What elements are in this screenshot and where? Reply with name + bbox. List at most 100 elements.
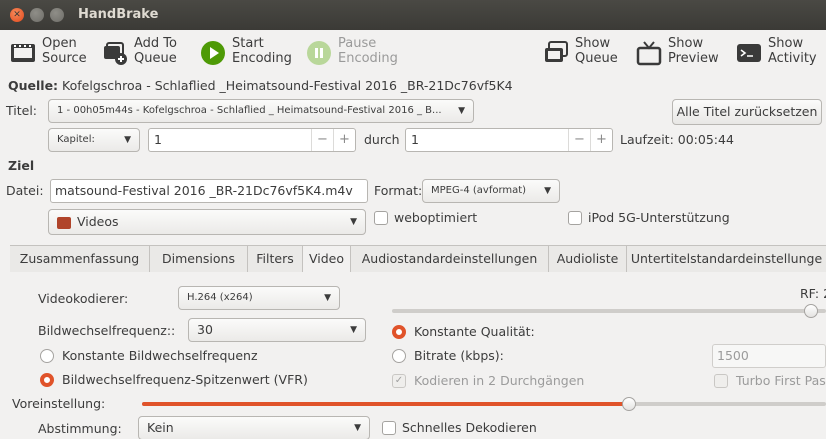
turbo-first-pass-label: Turbo First Pas bbox=[736, 373, 826, 388]
tv-icon bbox=[636, 41, 662, 66]
source-label: Quelle: bbox=[8, 78, 59, 93]
window-title: HandBrake bbox=[78, 7, 159, 22]
format-label: Format: bbox=[374, 183, 423, 198]
increment-button[interactable]: + bbox=[333, 129, 355, 151]
start-encoding-button[interactable]: Start Encoding bbox=[200, 36, 292, 74]
preset-label: Voreinstellung: bbox=[12, 396, 106, 411]
title-select-value: 1 - 00h05m44s - Kofelgschroa - Schlaflie… bbox=[57, 105, 442, 116]
chevron-down-icon: ▼ bbox=[544, 186, 551, 196]
quality-slider-track[interactable] bbox=[392, 309, 826, 313]
framerate-select[interactable]: 30 ▼ bbox=[188, 318, 366, 342]
chevron-down-icon: ▼ bbox=[354, 423, 361, 433]
peak-framerate-label: Bildwechselfrequenz-Spitzenwert (VFR) bbox=[62, 372, 308, 387]
maximize-window-button[interactable] bbox=[50, 8, 64, 22]
bitrate-label: Bitrate (kbps): bbox=[414, 348, 504, 363]
destination-folder-select[interactable]: Videos ▼ bbox=[48, 209, 366, 235]
turbo-first-pass-checkbox[interactable] bbox=[714, 374, 728, 388]
chapter-start-stepper[interactable]: 1 − + bbox=[148, 128, 356, 152]
constant-framerate-label: Konstante Bildwechselfrequenz bbox=[62, 348, 258, 363]
chevron-down-icon: ▼ bbox=[124, 135, 131, 145]
close-window-button[interactable]: ✕ bbox=[10, 8, 24, 22]
framerate-select-value: 30 bbox=[197, 322, 213, 337]
source-row: Quelle: Kofelgschroa - Schlaflied _Heima… bbox=[8, 78, 513, 93]
tune-select[interactable]: Kein ▼ bbox=[138, 416, 370, 439]
tab-filters[interactable]: Filters bbox=[248, 246, 303, 272]
decrement-button[interactable]: − bbox=[311, 129, 333, 151]
open-source-button[interactable]: Open Source bbox=[10, 36, 87, 74]
folder-icon bbox=[57, 216, 71, 229]
add-queue-icon bbox=[104, 42, 127, 65]
add-to-queue-button[interactable]: Add To Queue bbox=[102, 36, 177, 74]
chevron-down-icon: ▼ bbox=[458, 106, 465, 116]
fast-decode-checkbox[interactable] bbox=[382, 421, 396, 435]
add-to-queue-label: Add To Queue bbox=[134, 36, 177, 66]
settings-tabs: Zusammenfassung Dimensions Filters Video… bbox=[10, 245, 826, 272]
chapter-end-stepper[interactable]: 1 − + bbox=[405, 128, 613, 152]
chevron-down-icon: ▼ bbox=[350, 325, 357, 335]
minimize-window-button[interactable] bbox=[30, 8, 44, 22]
two-pass-checkbox[interactable]: ✓ bbox=[392, 374, 406, 388]
encoder-label: Videokodierer: bbox=[38, 291, 129, 306]
show-queue-button[interactable]: Show Queue bbox=[543, 36, 618, 74]
file-name-input[interactable]: matsound-Festival 2016 _BR-21Dc76vf5K4.m… bbox=[50, 179, 368, 203]
pause-icon bbox=[307, 41, 331, 65]
format-select[interactable]: MPEG-4 (avformat) ▼ bbox=[422, 179, 560, 203]
source-value: Kofelgschroa - Schlaflied _Heimatsound-F… bbox=[62, 78, 513, 93]
rf-label: RF: 20 bbox=[800, 286, 826, 301]
title-label: Titel: bbox=[6, 103, 37, 118]
decrement-button[interactable]: − bbox=[568, 129, 590, 151]
web-optimized-checkbox[interactable] bbox=[374, 211, 388, 225]
window-titlebar: ✕ HandBrake bbox=[0, 0, 826, 30]
title-select[interactable]: 1 - 00h05m44s - Kofelgschroa - Schlaflie… bbox=[48, 99, 474, 123]
constant-framerate-radio[interactable] bbox=[40, 349, 54, 363]
chapter-end-value: 1 bbox=[411, 132, 419, 147]
tune-label: Abstimmung: bbox=[38, 421, 122, 436]
show-activity-label: Show Activity bbox=[768, 36, 817, 66]
tab-video[interactable]: Video bbox=[303, 246, 351, 272]
destination-heading: Ziel bbox=[8, 158, 35, 173]
bitrate-input[interactable]: 1500 bbox=[712, 344, 826, 368]
pause-encoding-label: Pause Encoding bbox=[338, 36, 398, 66]
web-optimized-label: weboptimiert bbox=[394, 210, 478, 225]
chevron-down-icon: ▼ bbox=[324, 293, 331, 303]
ipod-support-checkbox[interactable] bbox=[568, 211, 582, 225]
tab-audio-list[interactable]: Audioliste bbox=[549, 246, 627, 272]
chapter-mode-value: Kapitel: bbox=[57, 134, 95, 145]
bitrate-value: 1500 bbox=[717, 348, 749, 363]
duration-label: Laufzeit: bbox=[620, 132, 674, 147]
ipod-support-label: iPod 5G-Unterstützung bbox=[588, 210, 730, 225]
pause-encoding-button[interactable]: Pause Encoding bbox=[306, 36, 398, 74]
show-queue-label: Show Queue bbox=[575, 36, 618, 66]
fast-decode-label: Schnelles Dekodieren bbox=[402, 420, 537, 435]
show-preview-label: Show Preview bbox=[668, 36, 719, 66]
queue-icon bbox=[545, 41, 568, 62]
two-pass-label: Kodieren in 2 Durchgängen bbox=[414, 373, 585, 388]
peak-framerate-radio[interactable] bbox=[40, 373, 54, 387]
increment-button[interactable]: + bbox=[590, 129, 612, 151]
toolbar: Open Source Add To Queue Start Encoding … bbox=[0, 30, 826, 76]
constant-quality-radio[interactable] bbox=[392, 325, 406, 339]
quality-slider-handle[interactable] bbox=[804, 304, 818, 318]
format-select-value: MPEG-4 (avformat) bbox=[431, 185, 527, 196]
reset-titles-button[interactable]: Alle Titel zurücksetzen bbox=[672, 99, 822, 125]
destination-folder-value: Videos bbox=[77, 214, 119, 229]
tune-select-value: Kein bbox=[147, 420, 174, 435]
film-icon bbox=[11, 44, 35, 62]
chapter-mode-select[interactable]: Kapitel: ▼ bbox=[48, 128, 140, 152]
encoder-select[interactable]: H.264 (x264) ▼ bbox=[178, 286, 340, 310]
tab-dimensions[interactable]: Dimensions bbox=[150, 246, 248, 272]
tab-summary[interactable]: Zusammenfassung bbox=[10, 246, 150, 272]
show-activity-button[interactable]: Show Activity bbox=[736, 36, 817, 74]
bitrate-radio[interactable] bbox=[392, 349, 406, 363]
tab-subtitle-defaults[interactable]: Untertitelstandardeinstellunge bbox=[627, 246, 826, 272]
chevron-down-icon: ▼ bbox=[350, 217, 357, 227]
preset-slider-handle[interactable] bbox=[622, 397, 636, 411]
constant-quality-label: Konstante Qualität: bbox=[414, 324, 535, 339]
file-label: Datei: bbox=[6, 183, 44, 198]
preset-slider-fill bbox=[142, 402, 626, 406]
start-encoding-label: Start Encoding bbox=[232, 36, 292, 66]
duration-value: 00:05:44 bbox=[677, 132, 734, 147]
duration-row: Laufzeit: 00:05:44 bbox=[620, 132, 734, 147]
show-preview-button[interactable]: Show Preview bbox=[636, 36, 719, 74]
tab-audio-defaults[interactable]: Audiostandardeinstellungen bbox=[351, 246, 549, 272]
